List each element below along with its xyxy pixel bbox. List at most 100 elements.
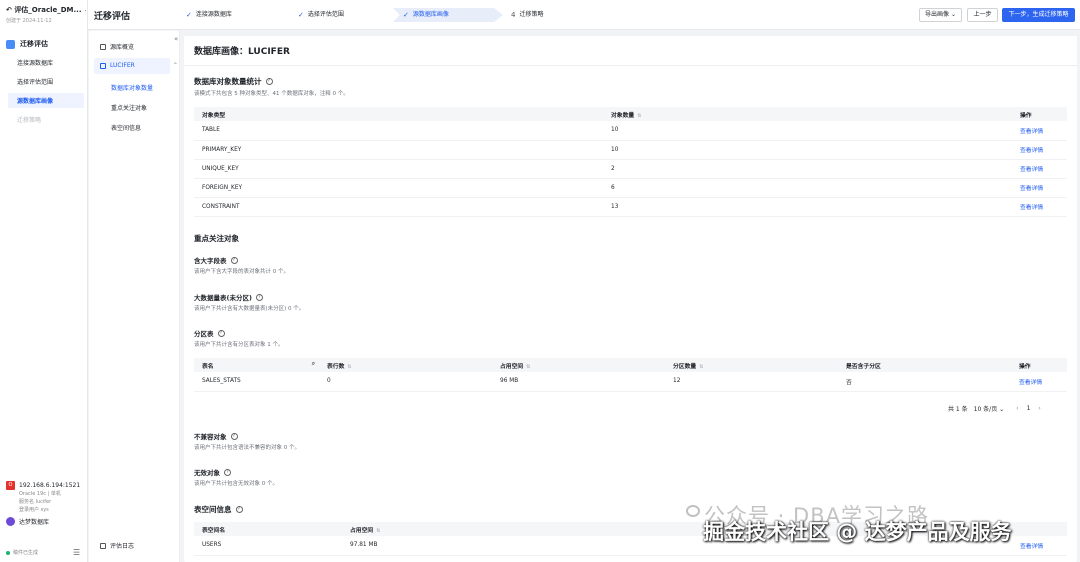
subnav-assessment-log[interactable]: 评估日志 [100, 541, 134, 550]
chevron-down-icon: ⌄ [999, 406, 1005, 413]
sort-icon: ⇅ [699, 363, 704, 370]
invalid-title: 无效对象? [194, 467, 231, 477]
check-icon: ✓ [298, 11, 304, 19]
step-select-scope[interactable]: ✓ 选择评估范围 [298, 8, 344, 22]
obj-stats-table: 对象类型 对象数量 ⇅ 操作 TABLE 10 查看详情 PRIMARY_KEY 10 查… [194, 107, 1067, 217]
table-header-row: 表名 ⌕ 表行数 ⇅ 占用空间 ⇅ 分区数量 ⇅ 是否含子分区 操作 [194, 358, 1067, 372]
table-row: SALES_STATS 0 96 MB 12 否 查看详情 [194, 372, 1067, 392]
watermark-line-2: 掘金技术社区 @ 达梦产品及服务 [703, 520, 1012, 544]
focus-title: 重点关注对象 [194, 234, 239, 243]
nav-item-select-scope[interactable]: 选择评估范围 [17, 77, 53, 86]
obj-stats-title: 数据库对象数量统计? [194, 76, 273, 87]
page-size-select[interactable]: 10 条/页 ⌄ [974, 404, 1005, 413]
help-icon[interactable]: ? [224, 468, 231, 476]
help-icon[interactable]: ? [230, 432, 238, 440]
incompat-title: 不兼容对象? [194, 431, 238, 441]
nav-item-connect-source[interactable]: 连接源数据库 [17, 58, 53, 67]
table-row: CONSTRAINT 13 查看详情 [194, 197, 1067, 217]
col-partitions[interactable]: 分区数量 ⇅ [665, 358, 838, 372]
source-ip: 192.168.6.194:1521 [19, 482, 81, 489]
view-details-link[interactable]: 查看详情 [1020, 167, 1043, 173]
subnav-db-lucifer[interactable]: LUCIFER ⌃ [100, 62, 178, 69]
step-migration-strategy[interactable]: 4 迁移策略 [511, 8, 543, 22]
col-space[interactable]: 占用空间 ⇅ [492, 358, 665, 372]
source-desc-2: 服务名 lucifer [19, 499, 52, 505]
project-created: 创建于 2024-11-12 [6, 18, 52, 24]
oracle-icon: O [6, 481, 15, 490]
help-icon[interactable]: ? [265, 78, 273, 85]
table-header-row: 对象类型 对象数量 ⇅ 操作 [194, 107, 1067, 121]
source-desc-3: 登录用户 sys [19, 507, 49, 513]
table-row: PRIMARY_KEY 10 查看详情 [194, 140, 1067, 160]
nav-item-source-profile[interactable]: 源数据库画像 [17, 96, 53, 105]
prev-button[interactable]: 上一步 [967, 8, 998, 22]
incompat-desc: 该用户下共计包含语法不兼容的对象 0 个。 [194, 445, 300, 451]
col-action: 操作 [1012, 107, 1067, 121]
col-subpartition: 是否含子分区 [838, 358, 1011, 372]
big-field-desc: 该用户下含大字段的表对象共计 0 个。 [194, 269, 289, 275]
layers-icon [100, 43, 106, 50]
col-object-count[interactable]: 对象数量 ⇅ [603, 107, 1012, 121]
view-details-link[interactable]: 查看详情 [1020, 544, 1043, 550]
help-icon[interactable]: ? [235, 506, 243, 513]
export-profile-button[interactable]: 导出画像 ⌄ [919, 8, 962, 22]
view-details-link[interactable]: 查看详情 [1020, 148, 1043, 154]
obj-stats-desc: 该模式下共包含 5 种对象类型、41 个数据库对象，注释 0 个。 [194, 91, 349, 97]
col-action: 操作 [1011, 358, 1067, 372]
cell-partitions: 12 [665, 372, 838, 392]
help-icon[interactable]: ? [217, 329, 225, 337]
cell-count: 13 [603, 197, 1012, 217]
subnav-overview[interactable]: 源库概览 [100, 42, 134, 51]
next-page-icon[interactable]: › [1038, 405, 1040, 412]
cell-type: FOREIGN_KEY [194, 178, 603, 198]
subnav-object-count[interactable]: 数据库对象数量 [111, 83, 153, 92]
pager-total: 共 1 条 [948, 406, 968, 413]
partition-table: 表名 ⌕ 表行数 ⇅ 占用空间 ⇅ 分区数量 ⇅ 是否含子分区 操作 SALES_STA… [194, 358, 1067, 392]
panel-header [184, 36, 1077, 66]
cell-tablespace-name: USERS [194, 536, 342, 556]
cell-table-name: SALES_STATS [194, 372, 319, 392]
main-title: 数据库画像：LUCIFER [194, 47, 290, 57]
view-details-link[interactable]: 查看详情 [1020, 129, 1043, 135]
collapse-icon[interactable]: « [174, 35, 178, 43]
assessment-icon [6, 39, 15, 49]
next-button[interactable]: 下一步，生成迁移策略 [1002, 8, 1075, 22]
cell-count: 2 [603, 159, 1012, 179]
page-title: 迁移评估 [94, 12, 131, 22]
cell-subpartition: 否 [838, 372, 1011, 392]
step-connect-source[interactable]: ✓ 连接源数据库 [186, 8, 232, 22]
cell-type: UNIQUE_KEY [194, 159, 603, 179]
database-icon [100, 62, 106, 69]
cell-row-count: 0 [319, 372, 492, 392]
help-icon[interactable]: ? [255, 293, 263, 301]
menu-collapse-icon[interactable]: ☰ [73, 548, 80, 557]
project-selector[interactable]: ↶ 评估_Oracle_DM... ⌄ 创建于 2024-11-12 [6, 5, 86, 24]
col-table-name[interactable]: 表名 ⌕ [194, 358, 319, 372]
subnav-focus-objects[interactable]: 重点关注对象 [111, 103, 147, 112]
dameng-icon [6, 517, 15, 526]
big-field-title: 含大字段表? [194, 255, 238, 265]
target-db: 达梦数据库 [19, 519, 50, 526]
col-tablespace-name: 表空间名 [194, 522, 342, 536]
view-details-link[interactable]: 查看详情 [1020, 186, 1043, 192]
search-icon: ⌕ [311, 360, 315, 367]
chevron-down-icon: ⌄ [950, 11, 956, 18]
chevron-down-icon: ⌄ [82, 6, 86, 14]
col-object-type: 对象类型 [194, 107, 603, 121]
prev-page-icon[interactable]: ‹ [1016, 405, 1018, 412]
big-table-title: 大数据量表(未分区)? [194, 292, 263, 302]
step-source-profile[interactable]: ✓ 源数据库画像 [393, 8, 503, 22]
col-row-count[interactable]: 表行数 ⇅ [319, 358, 492, 372]
saved-status: 稿件已生成 [6, 549, 38, 556]
check-icon: ✓ [403, 11, 409, 19]
cell-count: 6 [603, 178, 1012, 198]
cell-type: TABLE [194, 121, 603, 141]
partition-title: 分区表? [194, 328, 225, 338]
view-details-link[interactable]: 查看详情 [1019, 380, 1042, 386]
source-db-card: O 192.168.6.194:1521 Oracle 19c | 单机 服务名 … [6, 481, 84, 526]
view-details-link[interactable]: 查看详情 [1020, 205, 1043, 211]
page-number[interactable]: 1 [1027, 405, 1031, 412]
cell-count: 10 [603, 140, 1012, 160]
help-icon[interactable]: ? [230, 256, 238, 264]
subnav-tablespace[interactable]: 表空间信息 [111, 123, 141, 132]
